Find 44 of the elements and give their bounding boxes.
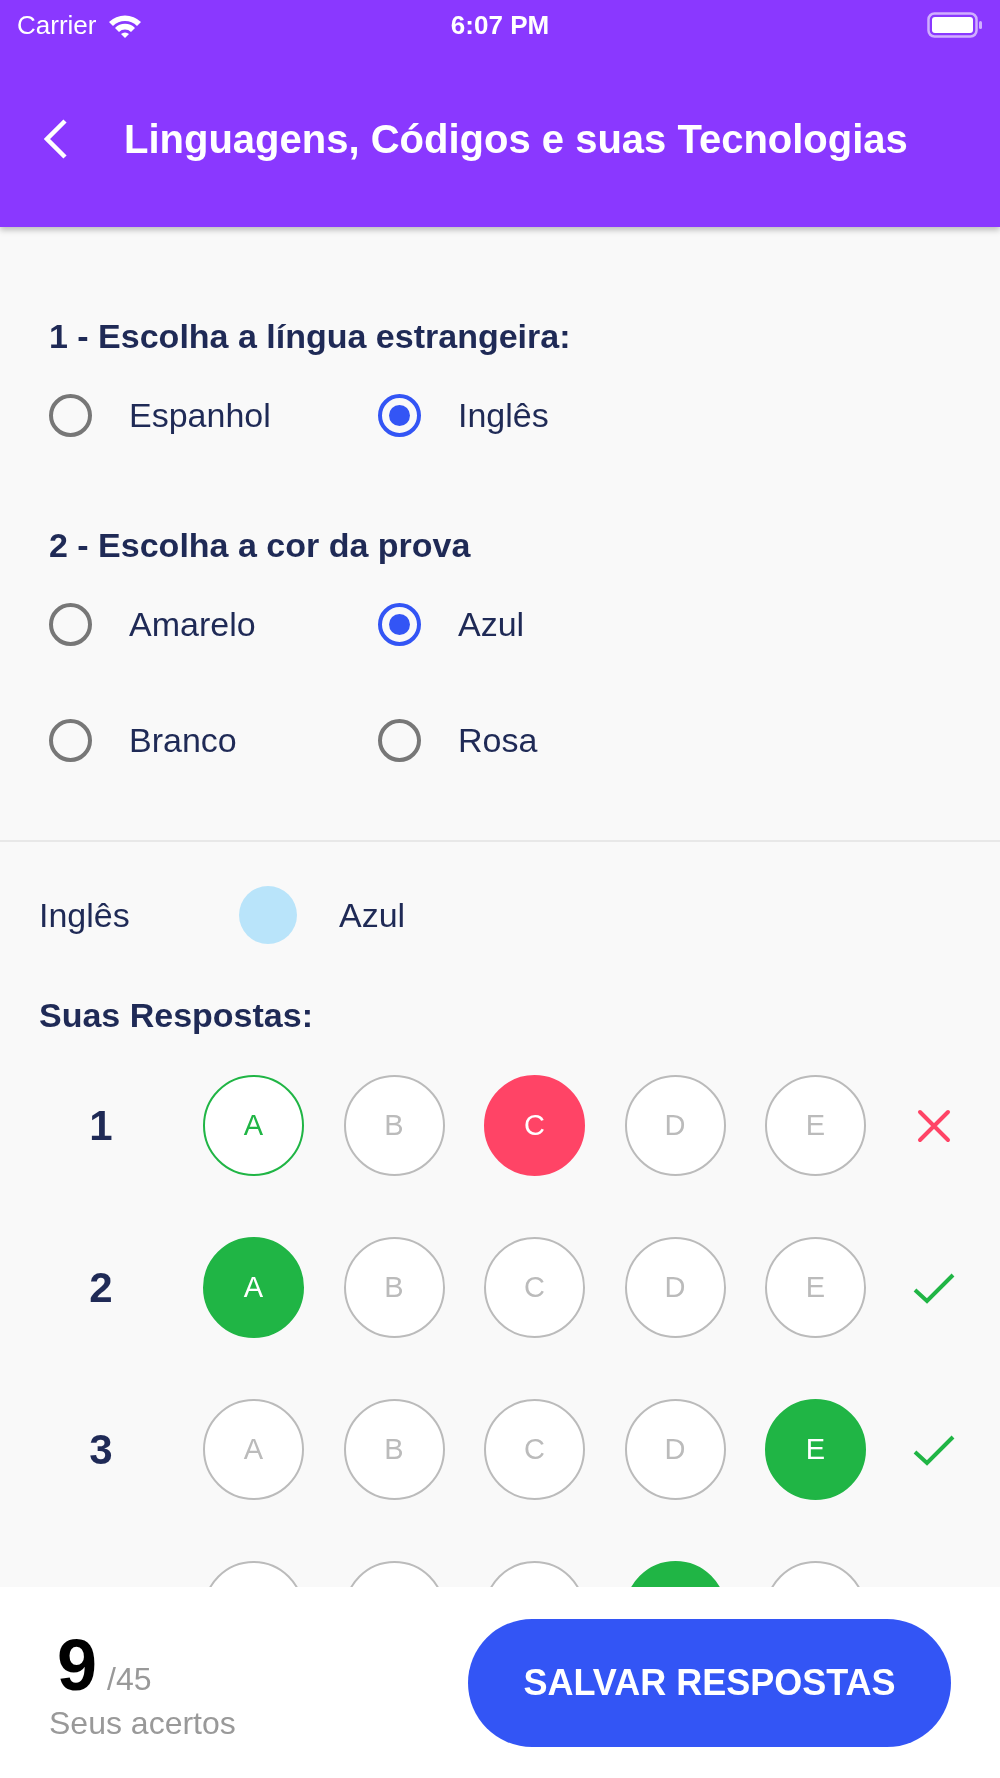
- answer-bubble[interactable]: B: [343, 1399, 445, 1500]
- answer-bubble[interactable]: E: [765, 1075, 866, 1176]
- answer-bubble[interactable]: E: [765, 1399, 866, 1500]
- screen-title: Linguagens, Códigos e suas Tecnologias: [124, 115, 908, 163]
- answer-bubble[interactable]: A: [203, 1399, 304, 1500]
- radio-button[interactable]: [378, 718, 421, 762]
- save-button[interactable]: SALVAR RESPOSTAS: [468, 1618, 951, 1747]
- option-label[interactable]: Rosa: [458, 714, 538, 766]
- back-icon[interactable]: [44, 118, 68, 159]
- radio-button[interactable]: [378, 393, 421, 437]
- answer-bubble[interactable]: B: [343, 1075, 445, 1176]
- option-label[interactable]: Amarelo: [129, 598, 256, 650]
- answer-bubble[interactable]: A: [203, 1075, 304, 1176]
- answers-title: Suas Respostas:: [39, 997, 314, 1034]
- radio-button[interactable]: [49, 602, 92, 646]
- option-label[interactable]: Espanhol: [129, 389, 271, 441]
- option-label[interactable]: Inglês: [458, 389, 549, 441]
- option-label[interactable]: Branco: [129, 714, 237, 766]
- status-time: 6:07 PM: [450, 8, 550, 42]
- answer-bubble[interactable]: C: [484, 1237, 585, 1338]
- answer-bubble[interactable]: E: [765, 1237, 866, 1338]
- language-label: Inglês: [39, 894, 131, 936]
- answer-bubble[interactable]: D: [624, 1237, 726, 1338]
- answer-bubble[interactable]: A: [203, 1237, 304, 1338]
- carrier-label: Carrier: [17, 8, 97, 42]
- question-title: 1 - Escolha a língua estrangeira:: [49, 318, 572, 355]
- score-total: /45: [107, 1659, 152, 1699]
- score-value: 9: [57, 1624, 98, 1705]
- radio-button[interactable]: [378, 602, 421, 646]
- radio-button[interactable]: [49, 393, 92, 437]
- answer-bubble[interactable]: C: [484, 1075, 585, 1176]
- question-number: 1: [89, 1101, 113, 1151]
- battery-icon: [927, 12, 983, 38]
- answer-bubble[interactable]: D: [624, 1075, 726, 1176]
- question-number: 2: [89, 1263, 113, 1313]
- score-caption: Seus acertos: [49, 1704, 236, 1741]
- color-label: Azul: [339, 894, 406, 936]
- radio-button[interactable]: [49, 718, 92, 762]
- question-title: 2 - Escolha a cor da prova: [49, 527, 472, 564]
- option-label[interactable]: Azul: [458, 598, 525, 650]
- answer-bubble[interactable]: B: [343, 1237, 445, 1338]
- answer-bubble[interactable]: D: [624, 1399, 726, 1500]
- answer-bubble[interactable]: C: [484, 1399, 585, 1500]
- question-number: 3: [89, 1425, 113, 1475]
